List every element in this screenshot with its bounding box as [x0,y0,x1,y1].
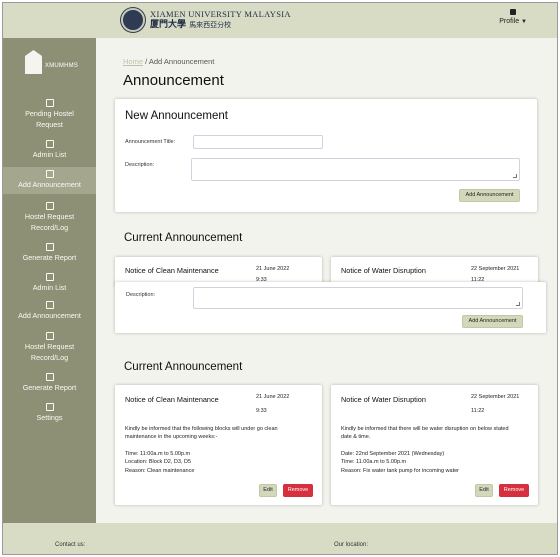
sidebar-item-hostel-request-record[interactable]: Hostel Request Record/Log [3,202,96,233]
sidebar-item-settings[interactable]: Settings [3,403,96,424]
remove-button[interactable]: Remove [283,484,313,497]
university-seal-icon [121,8,145,32]
breadcrumb-current: Add Announcement [148,57,215,66]
sidebar-item-hostel-request-record-2[interactable]: Hostel Request Record/Log [3,332,96,363]
announcement-date: 21 June 2022 9:33 [256,266,290,281]
sidebar-item-pending-hostel-request[interactable]: Pending Hostel Request [3,99,96,130]
announcement-title: Notice of Water Disruption [341,395,426,404]
caret-down-icon: ▼ [521,19,527,25]
description-textarea[interactable] [191,158,520,181]
current-announcement-heading: Current Announcement [124,232,243,244]
footer-location-label: Our location: [334,542,369,548]
sidebar: XMUMHMS Pending Hostel Request Admin Lis… [3,38,96,523]
breadcrumb-separator: / [145,57,148,66]
resize-grip-icon [516,302,520,306]
sidebar-item-generate-report-2[interactable]: Generate Report [3,373,96,394]
footer: Contact us: Our location: [3,523,557,554]
announcement-title: Notice of Clean Maintenance [125,266,219,275]
report-icon [45,373,54,381]
sidebar-item-label: Admin List [32,283,67,292]
users-icon [45,273,54,281]
overlap-description-form: Description: Add Announcement [115,282,546,333]
sidebar-item-admin-list[interactable]: Admin List [3,140,96,161]
sidebar-item-label: Settings [36,413,63,422]
sidebar-item-label: Hostel Request Record/Log [24,342,75,362]
sidebar-item-label: Add Announcement [18,311,81,320]
profile-menu[interactable]: Profile ▼ [499,9,527,25]
announcement-body: Kindly be informed that the following bl… [125,426,278,474]
file-icon [45,332,54,340]
sidebar-item-label: Generate Report [22,383,77,392]
announcement-date: 21 June 2022 9:33 [256,394,290,414]
announcement-card: Notice of Water Disruption 22 September … [331,385,538,505]
remove-button[interactable]: Remove [499,484,529,497]
main-content: Home / Add Announcement Announcement New… [96,38,557,523]
footer-contact-label: Contact us: [55,542,86,548]
sidebar-item-add-announcement[interactable]: Add Announcement [3,167,96,194]
add-announcement-button[interactable]: Add Announcement [462,315,523,328]
announcement-title: Notice of Water Disruption [341,266,426,275]
profile-label: Profile [499,18,520,25]
announcement-card: Notice of Clean Maintenance 21 June 2022… [115,385,322,505]
sidebar-item-label: Add Announcement [18,180,81,189]
university-logo[interactable]: XIAMEN UNIVERSITY MALAYSIA 厦門大學 馬來西亞分校 [121,8,291,32]
resize-grip-icon [513,174,517,178]
announcement-title: Notice of Clean Maintenance [125,395,219,404]
announcement-title-input[interactable] [193,135,323,149]
sidebar-logo[interactable]: XMUMHMS [25,47,85,77]
new-announcement-card: New Announcement Announcement Title: Des… [115,99,537,212]
sidebar-item-add-announcement-2[interactable]: Add Announcement [3,301,96,322]
sidebar-item-generate-report[interactable]: Generate Report [3,243,96,264]
description-label: Description: [125,162,155,168]
sidebar-item-label: Admin List [32,150,67,159]
new-announcement-title: New Announcement [125,110,228,122]
file-icon [45,202,54,210]
top-bar: XIAMEN UNIVERSITY MALAYSIA 厦門大學 馬來西亞分校 P… [3,3,557,38]
edit-button[interactable]: Edit [259,484,277,497]
sidebar-item-label: Hostel Request Record/Log [24,212,75,232]
sidebar-logo-text: XMUMHMS [45,63,79,69]
breadcrumb: Home / Add Announcement [123,57,214,66]
edit-button[interactable]: Edit [475,484,493,497]
envelope-icon [45,301,54,309]
sidebar-item-label: Pending Hostel Request [25,109,74,129]
envelope-icon [45,170,54,178]
current-announcement-heading: Current Announcement [124,361,243,373]
sidebar-item-label: Generate Report [22,253,77,262]
building-icon [25,50,42,74]
lock-icon [510,9,517,15]
sliders-icon [45,403,54,411]
breadcrumb-home-link[interactable]: Home [123,57,143,66]
announcement-date: 22 September 2021 11:22 [471,394,520,414]
description-textarea[interactable] [193,287,523,309]
sidebar-item-admin-list-2[interactable]: Admin List [3,273,96,294]
announcement-body: Kindly be informed that there will be wa… [341,426,509,474]
add-announcement-button[interactable]: Add Announcement [459,189,520,202]
university-name-en: XIAMEN UNIVERSITY MALAYSIA [150,9,291,19]
user-icon [45,140,54,148]
inbox-icon [45,99,54,107]
report-icon [45,243,54,251]
description-label: Description: [126,292,156,298]
announcement-date: 22 September 2021 11:22 [471,266,520,281]
page-title: Announcement [123,72,224,89]
announcement-title-label: Announcement Title: [125,139,176,145]
university-name-zh: 厦門大學 馬來西亞分校 [150,20,232,30]
